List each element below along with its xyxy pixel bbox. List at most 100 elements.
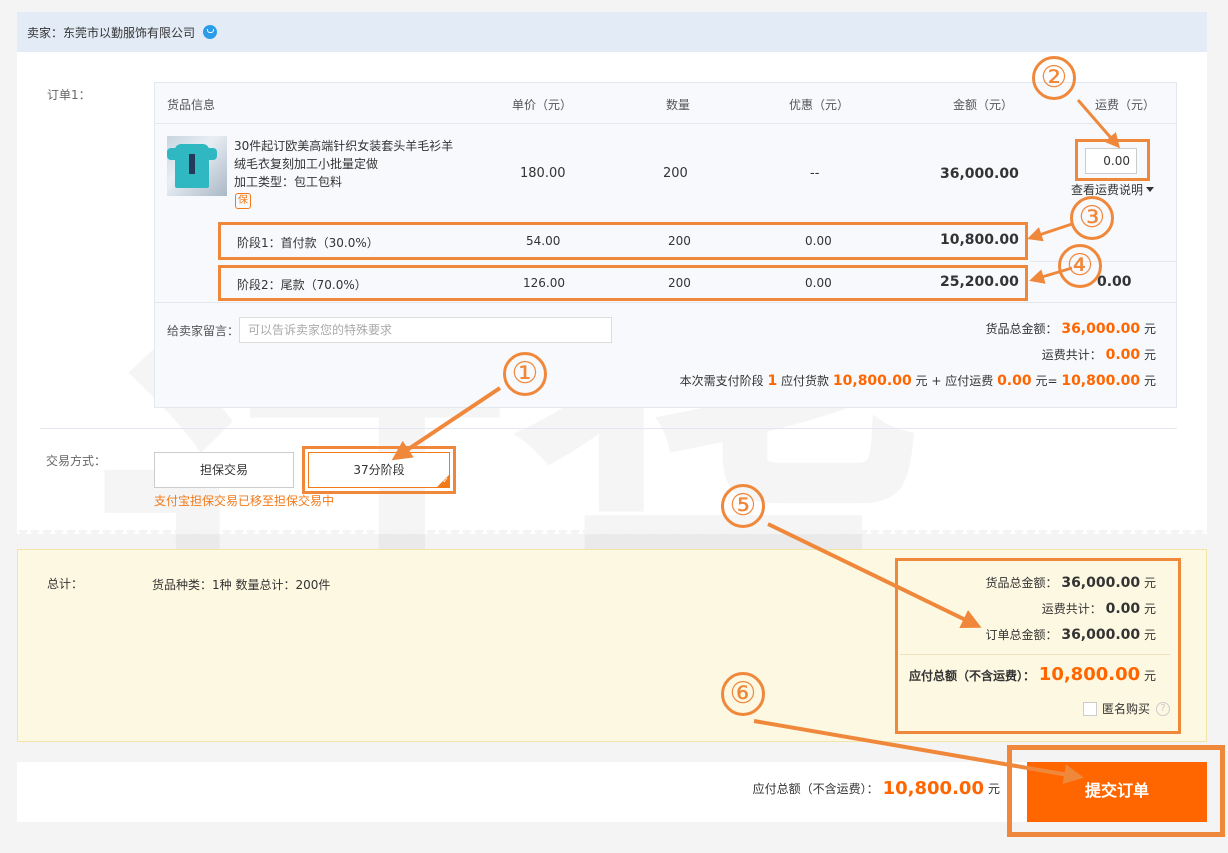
order-freight-total-label: 运费共计： [1041,348,1102,362]
product-unit-price: 180.00 [520,166,566,181]
header-freight: 运费（元） [1095,98,1156,112]
stage2-unit-price: 126.00 [523,276,565,290]
order-freight-total-value: 0.00 [1105,347,1141,363]
stage-pay-goods-value: 10,800.00 [832,373,912,389]
help-icon[interactable]: ? [1156,701,1170,716]
header-discount: 优惠（元） [789,98,850,112]
stage-pay-freight-value: 0.00 [997,373,1032,389]
selected-check-icon [436,474,450,488]
anonymous-purchase[interactable]: 匿名购买 ? [1082,700,1170,717]
order-freight-total: 运费共计： 0.00 元 [1042,346,1156,363]
totals-label: 总计： [47,577,84,591]
totals-goods-unit: 元 [1143,576,1156,590]
product-thumbnail[interactable] [167,136,227,196]
footer-payable-unit: 元 [987,782,1000,796]
annotation-3: ③ [1070,196,1114,240]
stage1-name: 阶段1：首付款（30.0%） [237,236,379,250]
stage-divider [1030,261,1176,262]
totals-info: 货品种类：1种 数量总计：200件 [152,578,331,592]
totals-freight-unit: 元 [1143,602,1156,616]
order-label: 订单1： [47,88,91,102]
header-unit-price: 单价（元） [512,98,573,112]
totals-payable-value: 10,800.00 [1038,664,1141,685]
header-product: 货品信息 [167,98,216,112]
footer-payable: 应付总额（不含运费）： 10,800.00 元 [753,778,1000,799]
product-quantity: 200 [663,166,688,181]
perforated-divider [17,530,1207,538]
totals-payable-unit: 元 [1143,669,1156,683]
header-quantity: 数量 [666,98,691,112]
totals-freight: 运费共计： 0.00 元 [1042,600,1156,617]
stage2-quantity: 200 [668,276,691,290]
annotation-5: ⑤ [721,484,765,528]
stage-pay-goods-label: 应付货款 [781,374,830,388]
product-info: 30件起订欧美高端针织女装套头羊毛衫羊 绒毛衣复刻加工小批量定做 加工类型：包工… [234,137,462,191]
stage1-unit-price: 54.00 [526,234,561,248]
stage-pay-line: 本次需支付阶段 1 应付货款 10,800.00 元 + 应付运费 0.00 元… [680,372,1156,389]
trade-option-staged-label: 37分阶段 [353,463,405,477]
stage2-freight: 0.00 [1097,274,1132,290]
order-goods-total-unit: 元 [1143,322,1156,336]
totals-payable: 应付总额（不含运费）： 10,800.00 元 [909,664,1156,685]
section-divider [40,428,1177,429]
totals-order-value: 36,000.00 [1061,627,1141,643]
stage1-discount: 0.00 [805,234,832,248]
stage-pay-stage-no: 1 [767,373,778,389]
totals-freight-value: 0.00 [1105,601,1141,617]
trade-method-label: 交易方式： [46,454,107,468]
stage-pay-total-value: 10,800.00 [1061,373,1141,389]
message-input[interactable]: 可以告诉卖家您的特殊要求 [239,317,612,343]
stage1-amount: 10,800.00 [940,232,1019,248]
header-amount: 金额（元） [953,98,1014,112]
stage2-discount: 0.00 [805,276,832,290]
totals-goods: 货品总金额： 36,000.00 元 [985,574,1156,591]
trade-note: 支付宝担保交易已移至担保交易中 [154,494,335,508]
stage-pay-unit2: 元= [1035,374,1058,388]
totals-divider [900,654,1170,655]
seller-bar: 卖家：东莞市以勤服饰有限公司 [17,12,1207,52]
header-divider [155,123,1176,124]
product-process-type: 加工类型：包工包料 [234,175,343,189]
stage1-quantity: 200 [668,234,691,248]
guarantee-badge-icon: 保 [235,193,251,209]
totals-goods-label: 货品总金额： [985,576,1058,590]
order-goods-total: 货品总金额： 36,000.00 元 [985,320,1156,337]
annotation-6: ⑥ [721,672,765,716]
seller-name[interactable]: 卖家：东莞市以勤服饰有限公司 [27,24,195,41]
caret-down-icon [1146,187,1155,192]
order-goods-total-value: 36,000.00 [1061,321,1141,337]
order-freight-total-unit: 元 [1143,348,1156,362]
trade-option-escrow[interactable]: 担保交易 [154,452,294,488]
stage2-name: 阶段2：尾款（70.0%） [237,278,367,292]
totals-order-unit: 元 [1143,628,1156,642]
message-divider [155,302,1176,303]
freight-input[interactable]: 0.00 [1085,148,1137,174]
freight-note-text: 查看运费说明 [1071,183,1144,197]
totals-order-label: 订单总金额： [985,628,1058,642]
product-amount: 36,000.00 [940,166,1019,182]
product-discount: -- [810,166,820,181]
stage-pay-prefix: 本次需支付阶段 [679,374,764,388]
trade-option-staged[interactable]: 37分阶段 [308,452,450,488]
anonymous-checkbox[interactable] [1082,701,1097,716]
product-title-line2[interactable]: 绒毛衣复刻加工小批量定做 [234,155,462,173]
annotation-4: ④ [1058,244,1102,288]
product-title-line1[interactable]: 30件起订欧美高端针织女装套头羊毛衫羊 [234,137,462,155]
annotation-2: ② [1032,56,1076,100]
totals-payable-label: 应付总额（不含运费）： [908,669,1035,683]
footer-payable-label: 应付总额（不含运费）： [752,782,879,796]
totals-freight-label: 运费共计： [1041,602,1102,616]
totals-goods-value: 36,000.00 [1061,575,1141,591]
stage-pay-total-unit: 元 [1143,374,1156,388]
anonymous-label: 匿名购买 [1101,702,1150,716]
stage-pay-unit1: 元 + 应付运费 [915,374,994,388]
order-goods-total-label: 货品总金额： [985,322,1058,336]
wangwang-chat-icon[interactable] [203,25,218,39]
freight-note-link[interactable]: 查看运费说明 [1071,181,1155,198]
annotation-1: ① [503,352,547,396]
totals-order: 订单总金额： 36,000.00 元 [985,626,1156,643]
submit-highlight [1007,745,1225,837]
message-label: 给卖家留言： [167,324,240,338]
footer-payable-value: 10,800.00 [882,778,984,799]
stage2-amount: 25,200.00 [940,274,1019,290]
